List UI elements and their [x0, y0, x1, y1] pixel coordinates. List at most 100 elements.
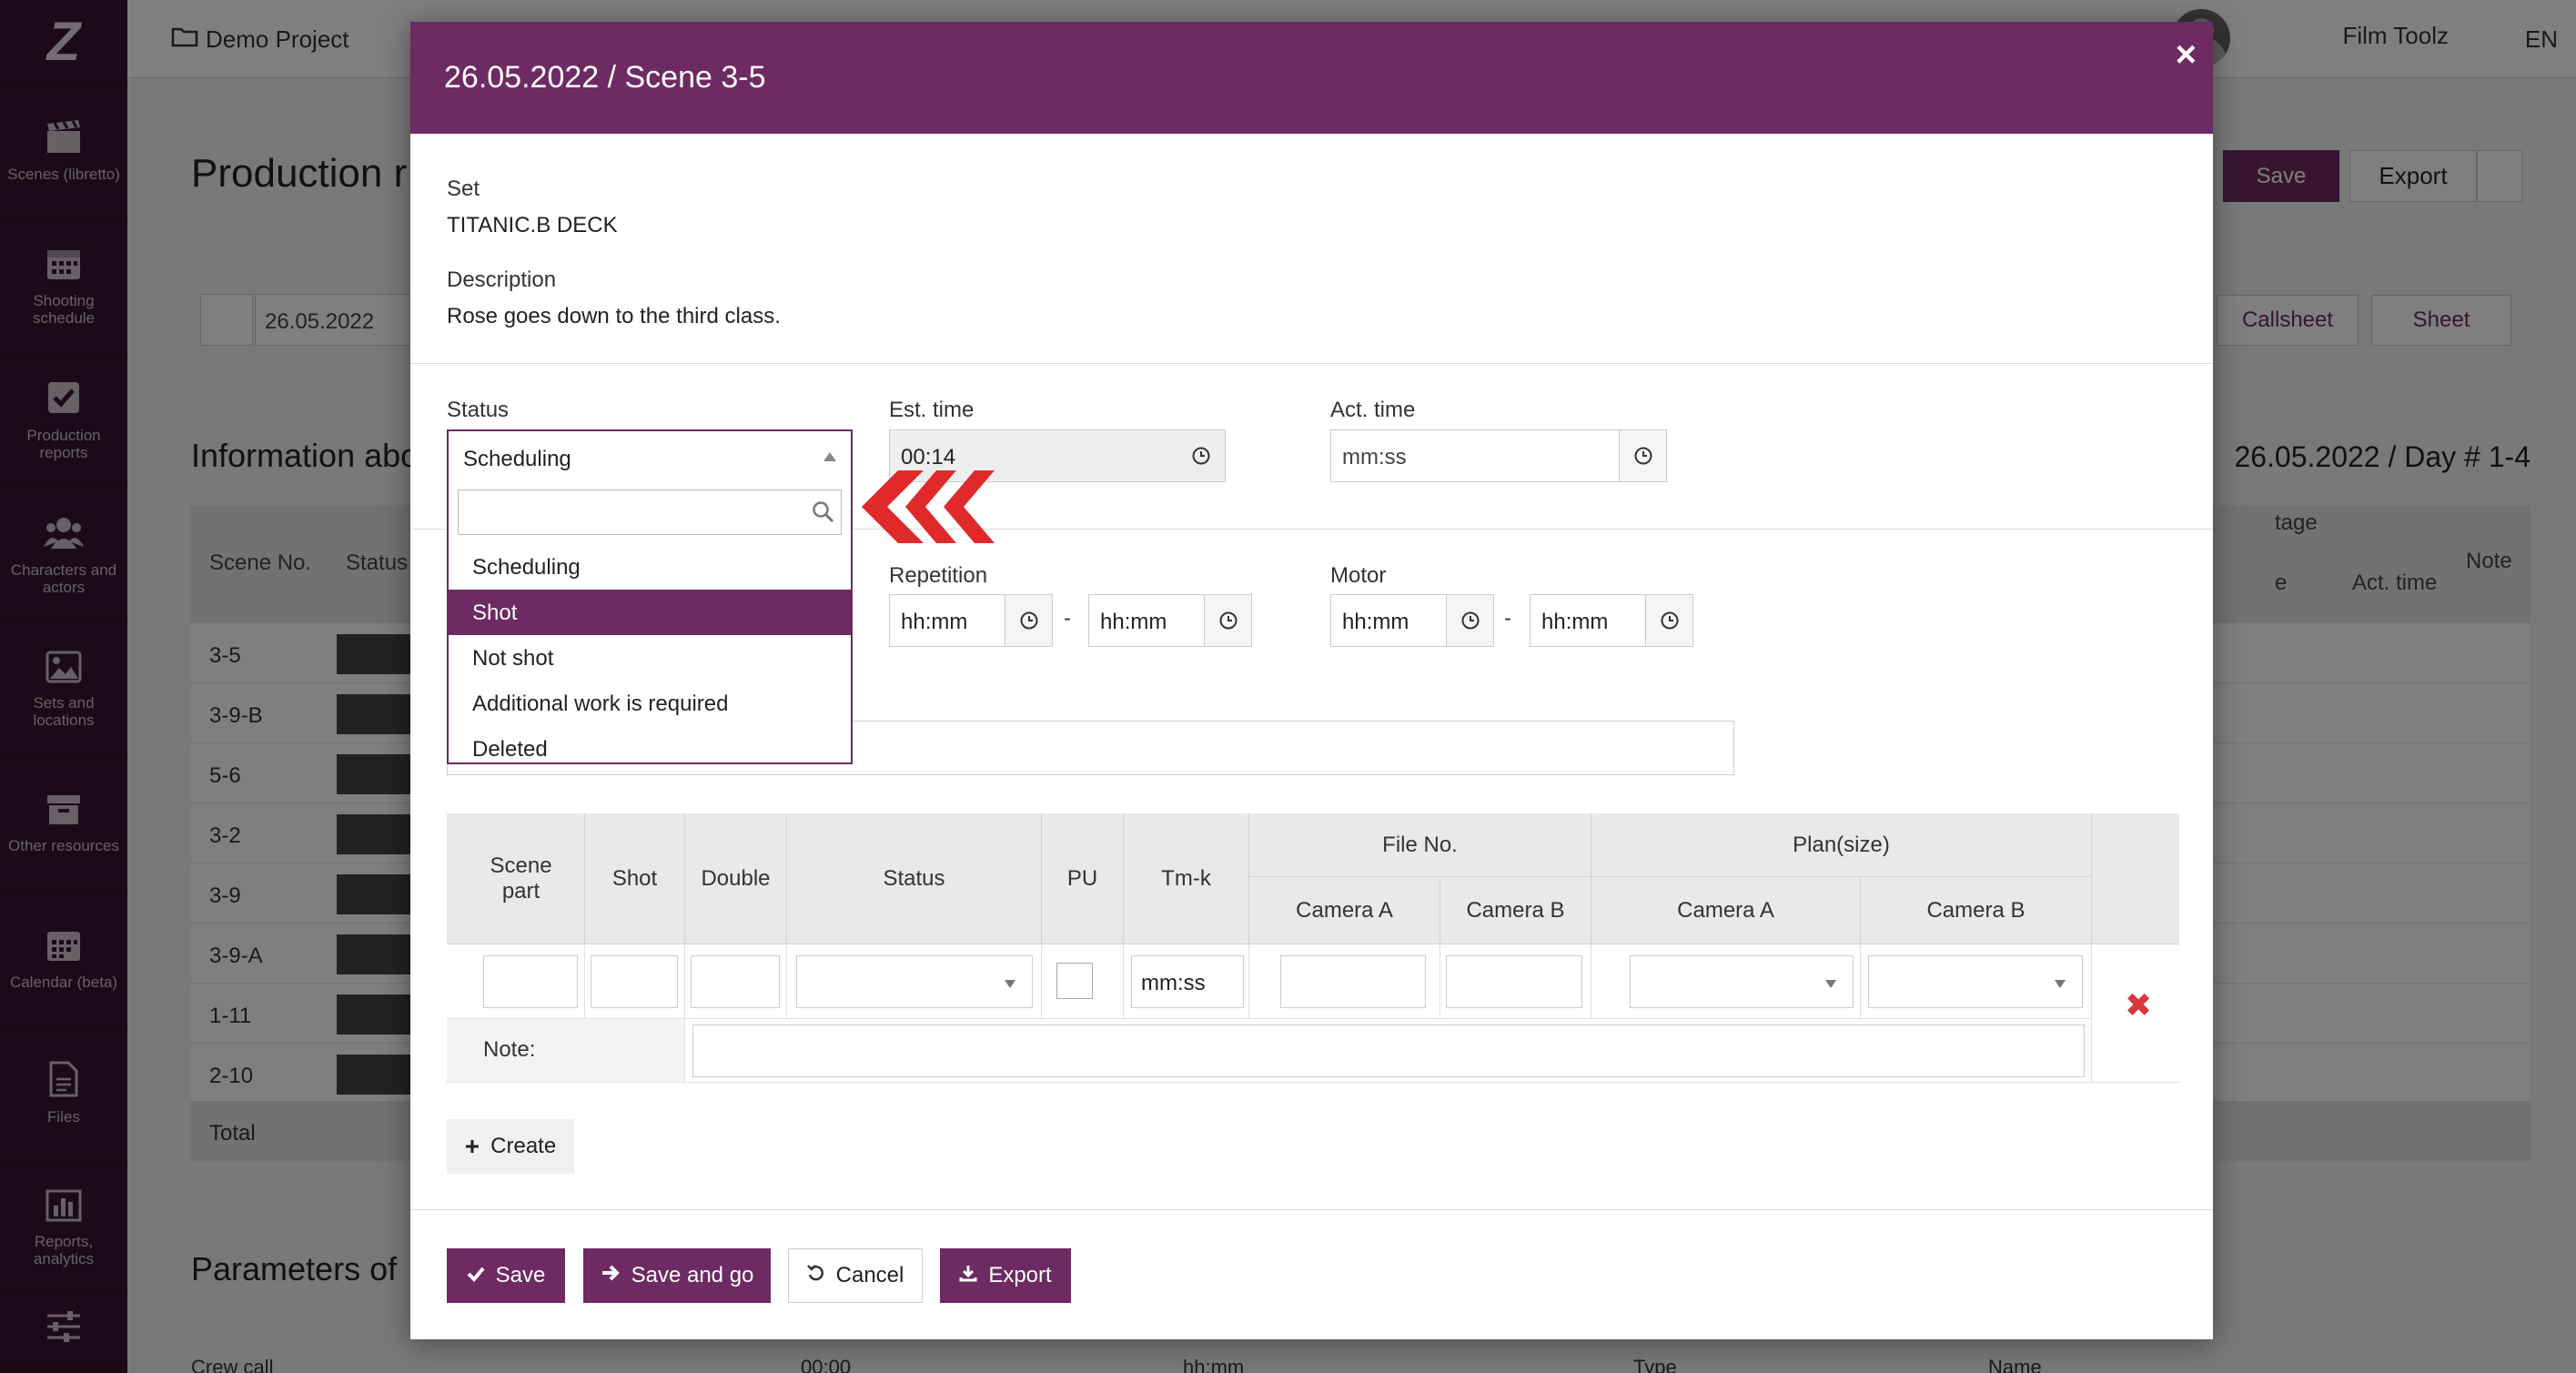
table-cell [685, 1019, 2092, 1083]
header-tmk: Tm-k [1124, 813, 1249, 944]
repetition-to-value: hh:mm [1100, 610, 1167, 634]
clock-icon [1177, 430, 1225, 481]
scene-parts-table: Scene part Shot Double Status PU Tm-k Fi… [447, 813, 2179, 1083]
download-icon [959, 1263, 977, 1288]
table-cell: mm:ss [1124, 944, 1249, 1019]
header-plan-camera-b: Camera B [1861, 877, 2092, 944]
table-cell [1440, 944, 1591, 1019]
chevron-down-icon [1005, 980, 1015, 988]
table-cell [1861, 944, 2092, 1019]
save-and-go-button[interactable]: Save and go [583, 1248, 771, 1303]
repetition-to-field[interactable]: hh:mm [1088, 594, 1252, 647]
modal-title: 26.05.2022 / Scene 3-5 [444, 60, 766, 95]
table-cell [1249, 944, 1440, 1019]
scene-modal: 26.05.2022 / Scene 3-5 × Set TITANIC.B D… [410, 22, 2213, 1339]
act-time-placeholder: mm:ss [1342, 445, 1407, 469]
header-file-camera-a: Camera A [1249, 877, 1440, 944]
tmk-value: mm:ss [1141, 971, 1206, 995]
status-option-deleted[interactable]: Deleted [449, 726, 851, 772]
delete-row-icon[interactable]: ✖ [2125, 986, 2152, 1025]
file-camera-a-input[interactable] [1280, 955, 1426, 1008]
file-camera-b-input[interactable] [1446, 955, 1582, 1008]
status-option-not-shot[interactable]: Not shot [449, 635, 851, 681]
cancel-button[interactable]: Cancel [788, 1248, 923, 1303]
clock-icon[interactable] [1619, 430, 1666, 481]
motor-to-value: hh:mm [1541, 610, 1609, 634]
header-plan-size: Plan(size) [1591, 813, 2092, 877]
table-cell [1591, 944, 1861, 1019]
clock-icon[interactable] [1446, 595, 1493, 646]
divider [410, 1209, 2213, 1210]
create-button[interactable]: + Create [447, 1119, 574, 1174]
note-input[interactable] [692, 1025, 2085, 1077]
header-plan-camera-a: Camera A [1591, 877, 1861, 944]
description-value: Rose goes down to the third class. [447, 304, 781, 328]
table-cell [585, 944, 685, 1019]
est-time-label: Est. time [889, 398, 975, 422]
status-option-scheduling[interactable]: Scheduling [449, 544, 851, 590]
plus-icon: + [464, 1132, 480, 1160]
status-select-value: Scheduling [463, 447, 571, 471]
repetition-from-value: hh:mm [901, 610, 968, 634]
table-cell: Note: [447, 1019, 685, 1083]
header-actions [2092, 813, 2179, 944]
repetition-from-field[interactable]: hh:mm [889, 594, 1053, 647]
search-icon [812, 500, 835, 529]
divider [410, 363, 2213, 364]
save-label: Save [495, 1263, 546, 1287]
export-button[interactable]: Export [940, 1248, 1071, 1303]
tmk-input[interactable]: mm:ss [1131, 955, 1244, 1008]
note-label: Note: [483, 1037, 536, 1062]
scene-part-input[interactable] [483, 955, 578, 1008]
plan-camera-b-select[interactable] [1868, 955, 2083, 1008]
table-cell [685, 944, 787, 1019]
header-file-camera-b: Camera B [1440, 877, 1591, 944]
undo-icon [806, 1263, 825, 1288]
clock-icon[interactable] [1645, 595, 1692, 646]
modal-header: 26.05.2022 / Scene 3-5 × [410, 22, 2213, 134]
clock-icon[interactable] [1005, 595, 1052, 646]
save-and-go-label: Save and go [631, 1263, 754, 1287]
close-icon[interactable]: × [2176, 36, 2197, 73]
pu-checkbox[interactable] [1056, 963, 1093, 999]
status-label: Status [447, 398, 510, 422]
create-label: Create [490, 1134, 557, 1158]
description-label: Description [447, 268, 557, 292]
motor-label: Motor [1330, 563, 1387, 588]
range-dash: - [1064, 606, 1071, 631]
repetition-label: Repetition [889, 563, 988, 588]
check-icon [467, 1263, 485, 1288]
status-search-input[interactable] [458, 490, 842, 535]
header-pu: PU [1042, 813, 1124, 944]
motor-from-field[interactable]: hh:mm [1330, 594, 1494, 647]
save-button[interactable]: Save [447, 1248, 565, 1303]
shot-input[interactable] [591, 955, 678, 1008]
annotation-arrow-icon [862, 470, 995, 543]
set-value: TITANIC.B DECK [447, 213, 618, 237]
double-input[interactable] [691, 955, 780, 1008]
header-scene-part: Scene part [447, 813, 585, 944]
range-dash: - [1504, 606, 1511, 631]
status-dropdown: Scheduling Shot Not shot Additional work… [447, 482, 853, 764]
chevron-down-icon [1825, 980, 1836, 988]
act-time-field[interactable]: mm:ss [1330, 429, 1667, 482]
header-file-no: File No. [1249, 813, 1591, 877]
chevron-up-icon [823, 452, 836, 461]
status-select[interactable]: Scheduling [447, 429, 853, 484]
table-cell [787, 944, 1042, 1019]
clock-icon[interactable] [1204, 595, 1251, 646]
arrow-right-icon [601, 1263, 621, 1288]
header-double: Double [685, 813, 787, 944]
status-option-additional-work[interactable]: Additional work is required [449, 681, 851, 726]
part-status-select[interactable] [796, 955, 1033, 1008]
header-status: Status [787, 813, 1042, 944]
cancel-label: Cancel [835, 1263, 904, 1287]
header-shot: Shot [585, 813, 685, 944]
set-label: Set [447, 177, 480, 201]
export-label: Export [988, 1263, 1052, 1287]
motor-to-field[interactable]: hh:mm [1530, 594, 1693, 647]
plan-camera-a-select[interactable] [1630, 955, 1854, 1008]
table-cell [447, 944, 585, 1019]
act-time-label: Act. time [1330, 398, 1416, 422]
status-option-shot[interactable]: Shot [449, 590, 851, 635]
